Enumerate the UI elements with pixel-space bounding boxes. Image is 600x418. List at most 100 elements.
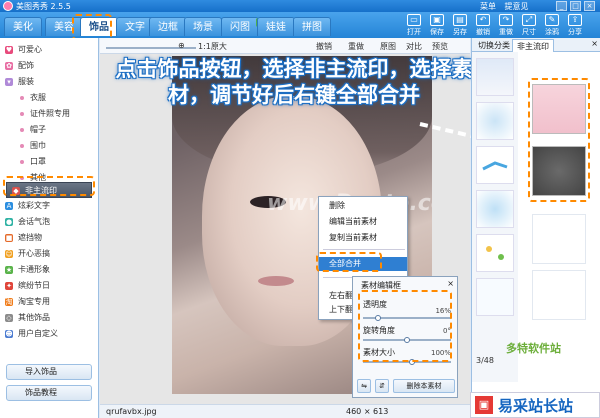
- cartoon-icon: ★: [5, 266, 13, 274]
- instruction-line-2: 材，调节好后右键全部合并: [168, 83, 420, 107]
- top-links: 菜单 提意见: [480, 1, 535, 12]
- other-icon: ◇: [5, 314, 13, 322]
- close-button[interactable]: ×: [584, 1, 595, 11]
- delete-material-button[interactable]: 删除本素材: [393, 379, 455, 393]
- highlight-accessories-tab: [72, 14, 112, 40]
- sidebar-subitem-scarf[interactable]: 围巾: [0, 138, 98, 154]
- undo-tool[interactable]: ↶ 撤销: [474, 14, 492, 37]
- festival-icon: ✦: [5, 282, 13, 290]
- bullet-icon: [20, 96, 24, 100]
- resize-tool[interactable]: ⤢ 尺寸: [520, 14, 538, 37]
- status-filename: qrufavbx.jpg: [106, 407, 157, 416]
- sidebar-item-funny[interactable]: ☺ 开心恶搞: [0, 246, 98, 262]
- highlight-non-mainstream-stamp: [3, 176, 95, 196]
- instruction-overlay: 点击饰品按钮，选择非主流印，选择素 材，调节好后右键全部合并: [64, 56, 524, 108]
- brush-icon: ✎: [545, 14, 559, 26]
- bullet-icon: [20, 128, 24, 132]
- material-thumb[interactable]: [476, 190, 514, 228]
- heart-icon: ♥: [5, 46, 13, 54]
- tab-non-mainstream-stamp[interactable]: 非主流印: [512, 39, 554, 52]
- feedback-link[interactable]: 提意见: [505, 2, 529, 11]
- redo-tool[interactable]: ↷ 重做: [497, 14, 515, 37]
- bullet-icon: [20, 160, 24, 164]
- import-accessory-button[interactable]: 导入饰品: [6, 364, 92, 380]
- sparkle-icon: [486, 246, 504, 260]
- ctx-delete[interactable]: 删除: [319, 199, 407, 213]
- status-bar: qrufavbx.jpg 460 × 613: [100, 404, 470, 418]
- accessory-icon: ✿: [5, 62, 13, 70]
- preview-button[interactable]: 预览: [432, 41, 448, 52]
- ctx-edit-material[interactable]: 编辑当前素材: [319, 215, 407, 229]
- bullet-icon: [20, 144, 24, 148]
- sidebar-item-cartoon[interactable]: ★ 卡通形象: [0, 262, 98, 278]
- sidebar-item-user-custom[interactable]: ☻ 用户自定义: [0, 326, 98, 342]
- duote-watermark: 多特软件站: [506, 342, 561, 355]
- brush-tool[interactable]: ✎ 涂鸦: [543, 14, 561, 37]
- panel-close-icon[interactable]: ×: [591, 39, 598, 48]
- save-tool[interactable]: ▣ 保存: [428, 14, 446, 37]
- canvas-redo-button[interactable]: 重做: [348, 41, 364, 52]
- right-tabs: 切换分类 非主流印 ×: [472, 38, 600, 52]
- zoom-icon[interactable]: ⊕: [178, 41, 185, 50]
- compare-button[interactable]: 对比: [406, 41, 422, 52]
- site-logo: ▣ 易采站长站: [470, 392, 600, 418]
- canvas-toolbar: ⊕ 1:1原大 撤销 重做 原图 对比 预览: [100, 38, 470, 54]
- original-button[interactable]: 原图: [380, 41, 396, 52]
- tab-doll[interactable]: 娃娃: [257, 17, 295, 36]
- sidebar-item-taobao[interactable]: 淘淘宝专用: [0, 294, 98, 310]
- folder-icon: ▭: [407, 14, 421, 26]
- tab-beautify[interactable]: 美化: [4, 17, 42, 36]
- open-tool[interactable]: ▭ 打开: [405, 14, 423, 37]
- tab-collage[interactable]: 拼图: [293, 17, 331, 36]
- flip-icon[interactable]: ⇋: [357, 379, 371, 393]
- sidebar-item-speech-bubble[interactable]: ● 会话气泡: [0, 214, 98, 230]
- text-icon: A: [5, 202, 13, 210]
- sidebar-subitem-mask[interactable]: 口罩: [0, 154, 98, 170]
- bubble-icon: ●: [5, 218, 13, 226]
- sidebar-subitem-id-photo[interactable]: 证件照专用: [0, 106, 98, 122]
- material-thumb[interactable]: [476, 278, 514, 316]
- canvas-undo-button[interactable]: 撤销: [316, 41, 332, 52]
- share-icon: ⇪: [568, 14, 582, 26]
- material-thumb[interactable]: [476, 146, 514, 184]
- app-logo-icon: [3, 1, 13, 11]
- material-thumb[interactable]: [476, 102, 514, 140]
- menu-link[interactable]: 菜单: [480, 2, 496, 11]
- close-icon[interactable]: ×: [447, 279, 454, 288]
- highlight-material-sliders: [358, 290, 452, 362]
- title-bar: 美图秀秀 2.5.5 菜单 提意见 _ □ ×: [0, 0, 600, 12]
- material-thumb[interactable]: [532, 270, 586, 320]
- fun-icon: ☺: [5, 250, 13, 258]
- redo-icon: ↷: [499, 14, 513, 26]
- share-tool[interactable]: ⇪ 分享: [566, 14, 584, 37]
- sidebar-item-colorful-text[interactable]: A 炫彩文字: [0, 198, 98, 214]
- status-image-size: 460 × 613: [346, 407, 389, 416]
- sidebar-item-other-accessories[interactable]: ◇ 其他饰品: [0, 310, 98, 326]
- maximize-button[interactable]: □: [570, 1, 581, 11]
- tab-scene[interactable]: 场景: [184, 17, 222, 36]
- tab-frame[interactable]: 边框: [149, 17, 187, 36]
- save-as-tool[interactable]: ▤ 另存: [451, 14, 469, 37]
- ctx-copy-material[interactable]: 复制当前素材: [319, 231, 407, 245]
- site-logo-icon: ▣: [475, 396, 493, 414]
- material-thumb[interactable]: [532, 214, 586, 264]
- tab-switch-category[interactable]: 切换分类: [474, 39, 514, 52]
- highlight-merge-all: [316, 252, 382, 272]
- sidebar-subitem-hat[interactable]: 帽子: [0, 122, 98, 138]
- accessory-tutorial-button[interactable]: 饰品教程: [6, 385, 92, 401]
- material-thumb[interactable]: [476, 234, 514, 272]
- ctx-separator: [323, 249, 405, 250]
- taobao-icon: 淘: [5, 298, 13, 306]
- zoom-original-button[interactable]: 1:1原大: [198, 41, 227, 52]
- tab-flash[interactable]: 闪图: [221, 17, 259, 36]
- sidebar-item-cover[interactable]: ■ 遮挡物: [0, 230, 98, 246]
- instruction-line-1: 点击饰品按钮，选择非主流印，选择素: [115, 57, 473, 81]
- sidebar-item-festival[interactable]: ✦ 缤纷节日: [0, 278, 98, 294]
- material-thumb[interactable]: [476, 58, 514, 96]
- clothes-icon: ▾: [5, 78, 13, 86]
- resize-icon: ⤢: [522, 14, 536, 26]
- undo-icon: ↶: [476, 14, 490, 26]
- page-indicator: 3/48: [476, 356, 494, 365]
- minimize-button[interactable]: _: [556, 1, 567, 11]
- flip-vertical-icon[interactable]: ⇵: [375, 379, 389, 393]
